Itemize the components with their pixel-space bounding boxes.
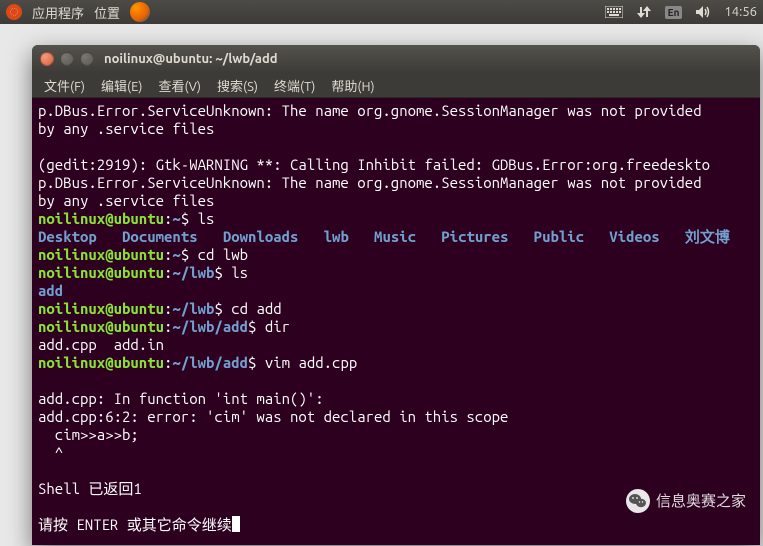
prompt-path: ~/lwb bbox=[172, 264, 214, 281]
menu-search[interactable]: 搜索(S) bbox=[211, 74, 264, 97]
close-icon[interactable] bbox=[40, 52, 54, 66]
titlebar[interactable]: noilinux@ubuntu: ~/lwb/add bbox=[32, 45, 760, 73]
compiler-output: add.cpp:6:2: error: 'cim' was not declar… bbox=[38, 408, 508, 425]
dir: 刘文博 bbox=[685, 228, 730, 245]
firefox-icon[interactable] bbox=[130, 2, 150, 22]
watermark: 信息奥赛之家 bbox=[626, 489, 746, 513]
dir: Downloads bbox=[223, 228, 299, 245]
dir: Pictures bbox=[441, 228, 508, 245]
dir: add bbox=[38, 282, 63, 299]
ubuntu-logo-icon[interactable]: ◌ bbox=[6, 4, 22, 20]
prompt-path: ~ bbox=[172, 210, 180, 227]
dir: Music bbox=[374, 228, 416, 245]
menu-view[interactable]: 查看(V) bbox=[153, 74, 207, 97]
command: ls bbox=[198, 210, 215, 227]
top-panel: ◌ 应用程序 位置 En 14:56 bbox=[0, 0, 763, 24]
applications-menu[interactable]: 应用程序 bbox=[32, 3, 84, 22]
ime-indicator[interactable]: En bbox=[665, 6, 683, 19]
window-title: noilinux@ubuntu: ~/lwb/add bbox=[104, 52, 278, 66]
prompt-user: noilinux@ubuntu bbox=[38, 246, 164, 263]
output-line: by any .service files bbox=[38, 192, 214, 209]
minimize-icon[interactable] bbox=[60, 52, 74, 66]
maximize-icon[interactable] bbox=[80, 52, 94, 66]
shell-return: Shell 已返回1 bbox=[38, 480, 142, 497]
command: ls bbox=[231, 264, 248, 281]
terminal-body[interactable]: p.DBus.Error.ServiceUnknown: The name or… bbox=[32, 98, 760, 545]
places-menu[interactable]: 位置 bbox=[94, 3, 120, 22]
menu-terminal[interactable]: 终端(T) bbox=[268, 74, 321, 97]
network-icon[interactable] bbox=[635, 5, 653, 19]
command: dir bbox=[265, 318, 290, 335]
compiler-output: cim>>a>>b; bbox=[38, 426, 139, 443]
prompt-path: ~ bbox=[172, 246, 180, 263]
output-line: p.DBus.Error.ServiceUnknown: The name or… bbox=[38, 102, 702, 119]
command: cd lwb bbox=[198, 246, 248, 263]
dir: Videos bbox=[609, 228, 659, 245]
prompt-user: noilinux@ubuntu bbox=[38, 210, 164, 227]
command: cd add bbox=[231, 300, 281, 317]
output-line: by any .service files bbox=[38, 120, 214, 137]
output-line: p.DBus.Error.ServiceUnknown: The name or… bbox=[38, 174, 702, 191]
keyboard-icon[interactable] bbox=[605, 5, 623, 19]
prompt-path: ~/lwb/add bbox=[172, 318, 248, 335]
menubar: 文件(F) 编辑(E) 查看(V) 搜索(S) 终端(T) 帮助(H) bbox=[32, 73, 760, 98]
menu-help[interactable]: 帮助(H) bbox=[325, 74, 380, 97]
prompt-path: ~/lwb bbox=[172, 300, 214, 317]
terminal-window: noilinux@ubuntu: ~/lwb/add 文件(F) 编辑(E) 查… bbox=[32, 45, 760, 545]
clock[interactable]: 14:56 bbox=[724, 5, 757, 19]
command: vim add.cpp bbox=[265, 354, 357, 371]
press-enter-prompt: 请按 ENTER 或其它命令继续 bbox=[38, 516, 232, 533]
prompt-user: noilinux@ubuntu bbox=[38, 318, 164, 335]
volume-icon[interactable] bbox=[694, 5, 712, 19]
dir: Documents bbox=[122, 228, 198, 245]
compiler-output: ^ bbox=[38, 444, 63, 461]
output-line: add.cpp add.in bbox=[38, 336, 164, 353]
dir: Public bbox=[534, 228, 584, 245]
compiler-output: add.cpp: In function 'int main()': bbox=[38, 390, 324, 407]
prompt-user: noilinux@ubuntu bbox=[38, 300, 164, 317]
prompt-user: noilinux@ubuntu bbox=[38, 264, 164, 281]
menu-file[interactable]: 文件(F) bbox=[38, 74, 91, 97]
dir: lwb bbox=[324, 228, 349, 245]
cursor-icon bbox=[232, 516, 240, 532]
watermark-text: 信息奥赛之家 bbox=[656, 492, 746, 510]
menu-edit[interactable]: 编辑(E) bbox=[95, 74, 148, 97]
dir: Desktop bbox=[38, 228, 97, 245]
prompt-user: noilinux@ubuntu bbox=[38, 354, 164, 371]
output-line: (gedit:2919): Gtk-WARNING **: Calling In… bbox=[38, 156, 710, 173]
prompt-path: ~/lwb/add bbox=[172, 354, 248, 371]
wechat-icon bbox=[626, 489, 650, 513]
